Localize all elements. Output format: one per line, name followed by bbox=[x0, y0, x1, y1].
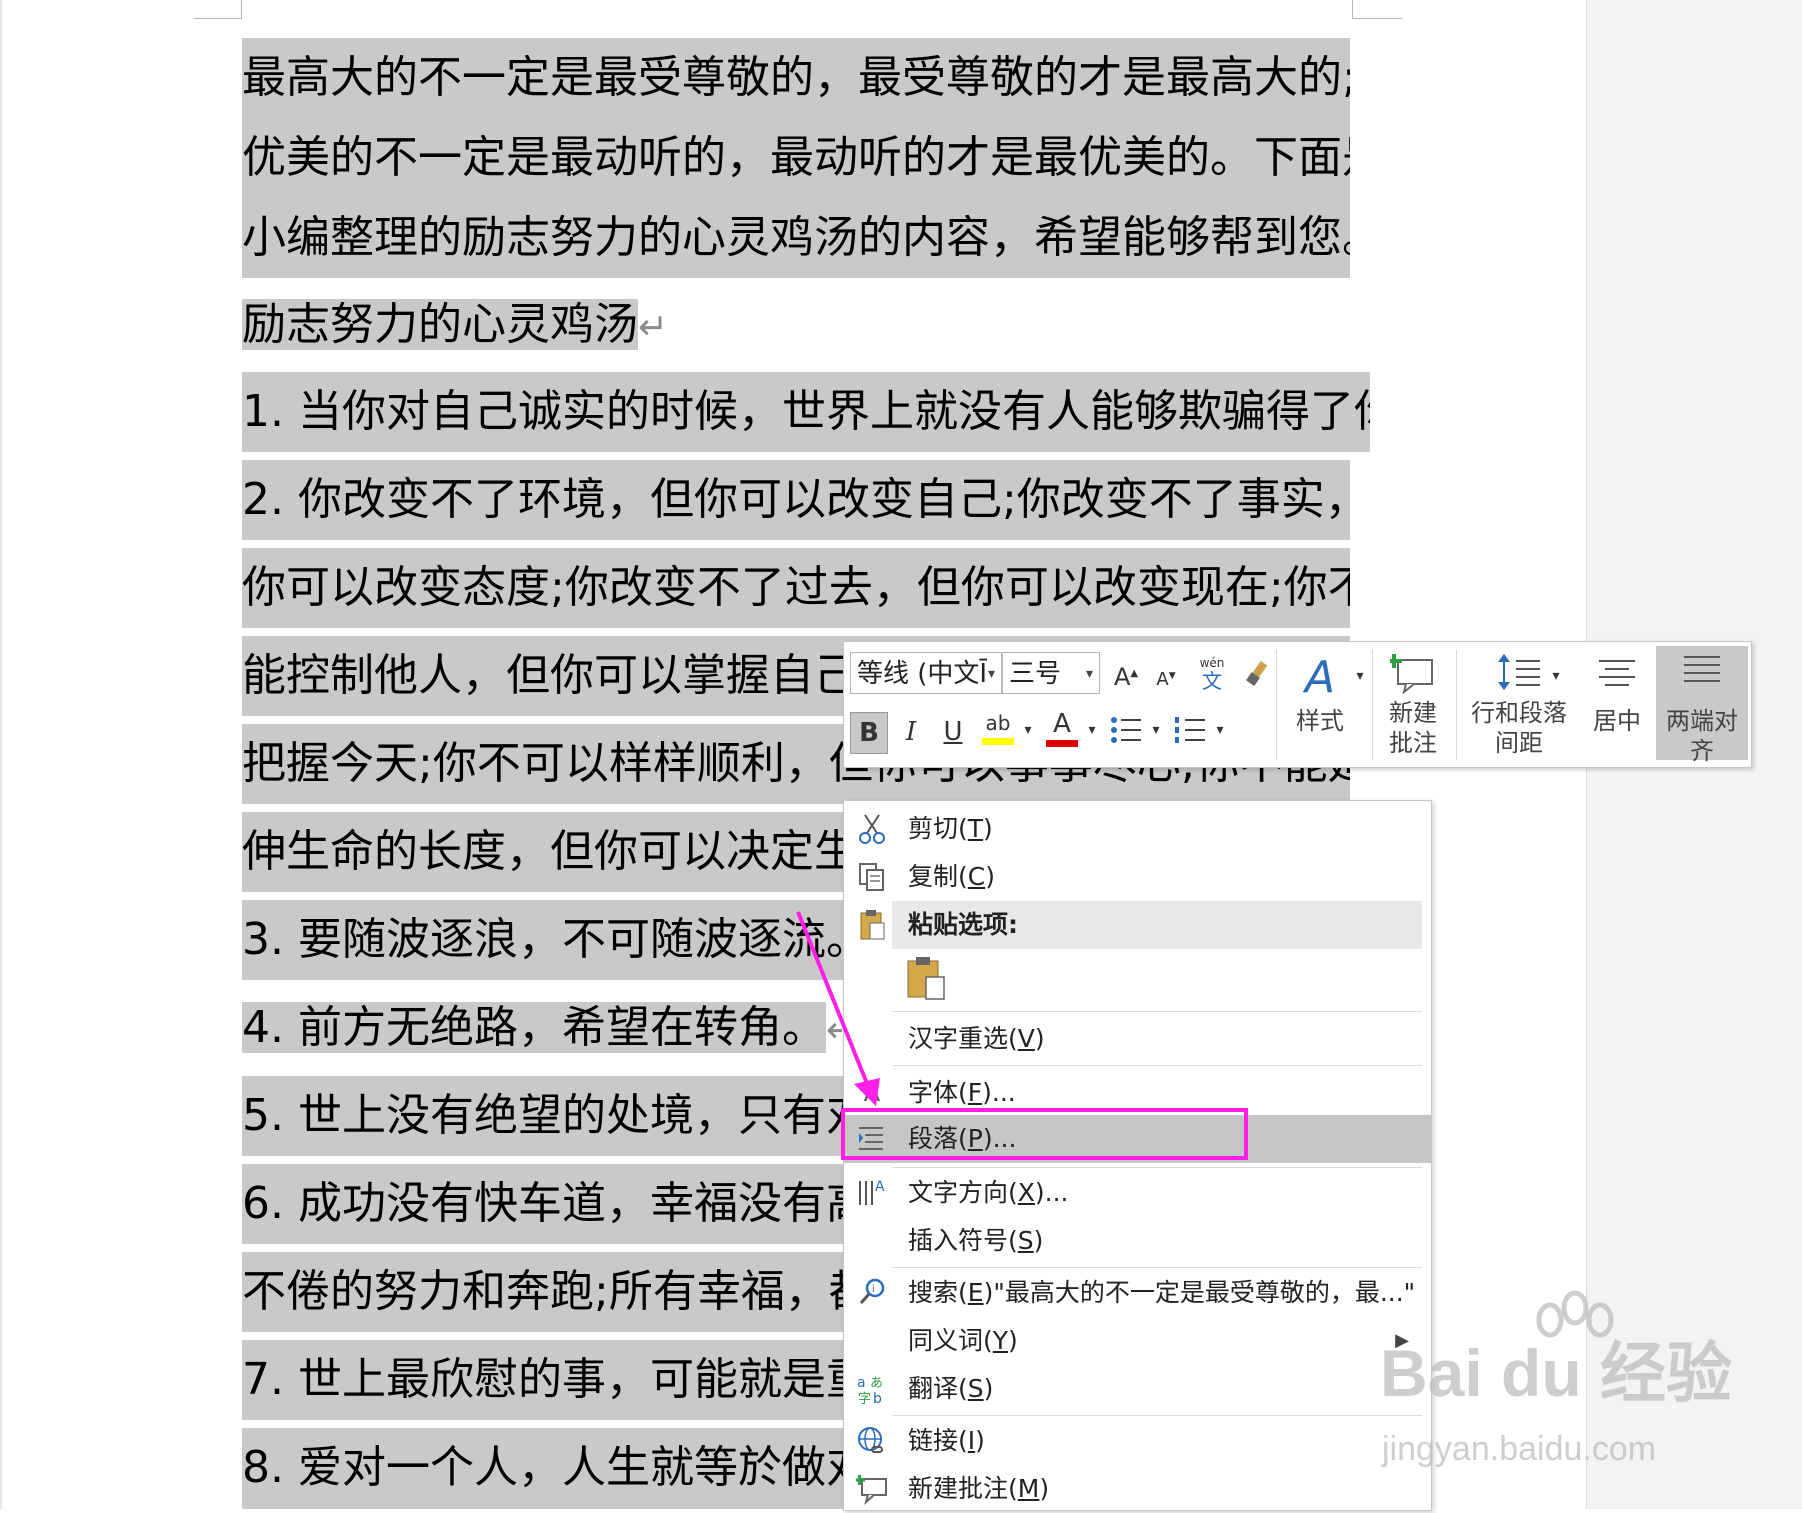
annotation-arrow bbox=[796, 911, 880, 1106]
annotation-highlight-box bbox=[841, 1108, 1248, 1160]
